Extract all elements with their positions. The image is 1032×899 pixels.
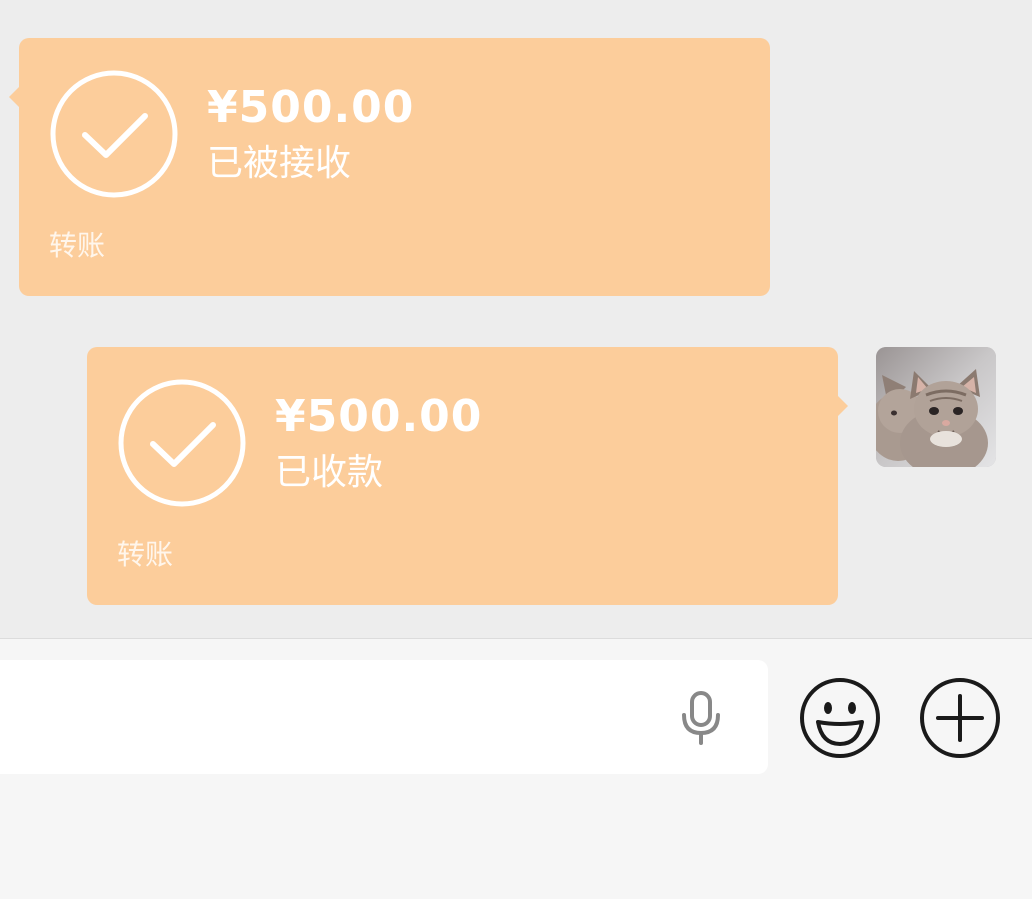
- transfer-amount: ¥500.00: [207, 82, 415, 133]
- microphone-icon[interactable]: [676, 691, 726, 745]
- transfer-status: 已被接收: [207, 143, 352, 184]
- transfer-status: 已收款: [275, 452, 384, 493]
- kitten-avatar-icon[interactable]: [876, 347, 996, 467]
- bubble-tail: [9, 86, 20, 108]
- plus-circle-icon[interactable]: [918, 676, 1002, 760]
- transfer-type-label: 转账: [49, 229, 106, 262]
- message-input[interactable]: [0, 660, 768, 774]
- smiley-icon[interactable]: [798, 676, 882, 760]
- check-circle-icon: [118, 379, 246, 507]
- transfer-bubble-sent[interactable]: ¥500.00 已收款 转账: [87, 347, 848, 605]
- transfer-type-label: 转账: [117, 538, 174, 571]
- bubble-tail: [837, 395, 848, 417]
- check-circle-icon: [50, 70, 178, 198]
- transfer-amount: ¥500.00: [275, 391, 483, 442]
- kitten-avatar-image: [876, 347, 996, 467]
- input-bar: [0, 638, 1032, 899]
- chat-area: ¥500.00 已被接收 转账 ¥500.00 已收款 转账: [0, 0, 1032, 638]
- transfer-bubble-received[interactable]: ¥500.00 已被接收 转账: [9, 38, 770, 296]
